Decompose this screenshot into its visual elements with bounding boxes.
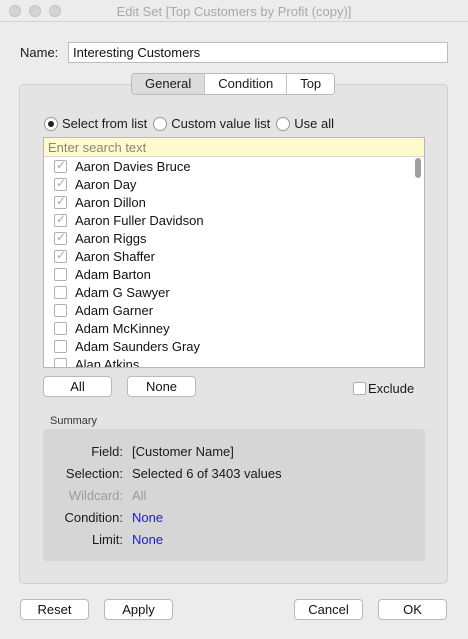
checkbox-empty-icon[interactable]	[54, 339, 67, 353]
select-all-button[interactable]: All	[43, 376, 112, 397]
cancel-button[interactable]: Cancel	[294, 599, 363, 620]
summary-row-wildcard: Wildcard: All	[43, 488, 425, 506]
name-label: Name:	[20, 45, 59, 60]
summary-box: Field: [Customer Name] Selection: Select…	[43, 429, 425, 561]
checkbox-checked-icon[interactable]	[54, 212, 67, 227]
summary-row-limit: Limit: None	[43, 532, 425, 550]
condition-key: Condition:	[64, 510, 123, 525]
list-item-label: Aaron Dillon	[75, 194, 146, 210]
list-item[interactable]: Aaron Riggs	[44, 229, 424, 247]
field-key: Field:	[91, 444, 123, 459]
condition-link[interactable]: None	[132, 510, 163, 525]
summary-row-field: Field: [Customer Name]	[43, 444, 425, 462]
select-from-list-radio[interactable]: Select from list	[44, 116, 147, 131]
search-input[interactable]	[44, 138, 424, 157]
window-title: Edit Set [Top Customers by Profit (copy)…	[116, 4, 352, 19]
select-from-list-label: Select from list	[62, 116, 148, 131]
list-item[interactable]: Adam Garner	[44, 301, 424, 319]
list-item[interactable]: Aaron Day	[44, 175, 424, 193]
wildcard-key: Wildcard:	[68, 488, 123, 503]
summary-row-selection: Selection: Selected 6 of 3403 values	[43, 466, 425, 484]
checkbox-empty-icon[interactable]	[54, 303, 67, 317]
apply-button[interactable]: Apply	[104, 599, 173, 620]
list-scrollbar[interactable]	[415, 158, 421, 178]
list-item-label: Aaron Davies Bruce	[75, 158, 191, 174]
name-input[interactable]	[68, 42, 448, 63]
list-item[interactable]: Adam Barton	[44, 265, 424, 283]
field-value: [Customer Name]	[132, 444, 234, 459]
summary-row-condition: Condition: None	[43, 510, 425, 528]
custom-value-list-radio[interactable]: Custom value list	[153, 116, 270, 131]
checkbox-checked-icon[interactable]	[54, 230, 67, 245]
list-item[interactable]: Adam McKinney	[44, 319, 424, 337]
checkbox-checked-icon[interactable]	[54, 194, 67, 209]
use-all-label: Use all	[294, 116, 334, 131]
tab-top[interactable]: Top	[286, 74, 335, 94]
list-item-label: Adam Barton	[75, 266, 151, 282]
list-item-label: Aaron Day	[75, 176, 137, 192]
checkbox-checked-icon[interactable]	[54, 248, 67, 263]
exclude-label: Exclude	[368, 381, 415, 396]
checkbox-empty-icon[interactable]	[54, 357, 67, 367]
reset-button[interactable]: Reset	[20, 599, 89, 620]
list-item-label: Adam McKinney	[75, 320, 170, 336]
list-item[interactable]: Aaron Dillon	[44, 193, 424, 211]
list-item-label: Adam Saunders Gray	[75, 338, 201, 354]
checkbox-checked-icon[interactable]	[54, 176, 67, 191]
checkbox-empty-icon	[353, 382, 366, 395]
list-item-label: Aaron Fuller Davidson	[75, 212, 204, 228]
limit-link[interactable]: None	[132, 532, 163, 547]
list-item[interactable]: Aaron Shaffer	[44, 247, 424, 265]
value-list: Aaron Davies Bruce Aaron Day Aaron Dillon A…	[43, 137, 425, 368]
ok-button[interactable]: OK	[378, 599, 447, 620]
selection-value: Selected 6 of 3403 values	[132, 466, 282, 481]
list-item[interactable]: Adam Saunders Gray	[44, 337, 424, 355]
custom-value-list-label: Custom value list	[171, 116, 271, 131]
radio-empty-icon	[276, 116, 291, 131]
checkbox-checked-icon[interactable]	[54, 158, 67, 173]
list-item-label: Aaron Riggs	[75, 230, 147, 246]
list-item-label: Adam Garner	[75, 302, 154, 318]
title-bar: Edit Set [Top Customers by Profit (copy)…	[0, 0, 468, 22]
radio-selected-icon	[44, 116, 58, 131]
list-item[interactable]: Adam G Sawyer	[44, 283, 424, 301]
tab-bar: General Condition Top	[131, 73, 336, 95]
checkbox-empty-icon[interactable]	[54, 267, 67, 281]
use-all-radio[interactable]: Use all	[276, 116, 334, 131]
exclude-checkbox[interactable]: Exclude	[353, 381, 414, 396]
summary-heading: Summary	[50, 415, 98, 427]
radio-empty-icon	[153, 116, 168, 131]
tab-condition[interactable]: Condition	[204, 74, 287, 94]
list-item[interactable]: Alan Atkins	[44, 355, 424, 368]
limit-key: Limit:	[91, 532, 123, 547]
selection-key: Selection:	[65, 466, 123, 481]
list-item-label: Aaron Shaffer	[75, 248, 155, 264]
checkbox-empty-icon[interactable]	[54, 321, 67, 335]
checkbox-empty-icon[interactable]	[54, 285, 67, 299]
value-list-items: Aaron Davies Bruce Aaron Day Aaron Dillon A…	[44, 157, 424, 368]
list-item-label: Adam G Sawyer	[75, 284, 170, 300]
select-none-button[interactable]: None	[127, 376, 196, 397]
list-item[interactable]: Aaron Davies Bruce	[44, 157, 424, 175]
tab-general[interactable]: General	[132, 74, 205, 94]
list-item[interactable]: Aaron Fuller Davidson	[44, 211, 424, 229]
wildcard-value: All	[132, 488, 147, 503]
selection-mode-group: Select from list Custom value list Use a…	[44, 116, 340, 131]
list-item-label: Alan Atkins	[75, 356, 140, 368]
